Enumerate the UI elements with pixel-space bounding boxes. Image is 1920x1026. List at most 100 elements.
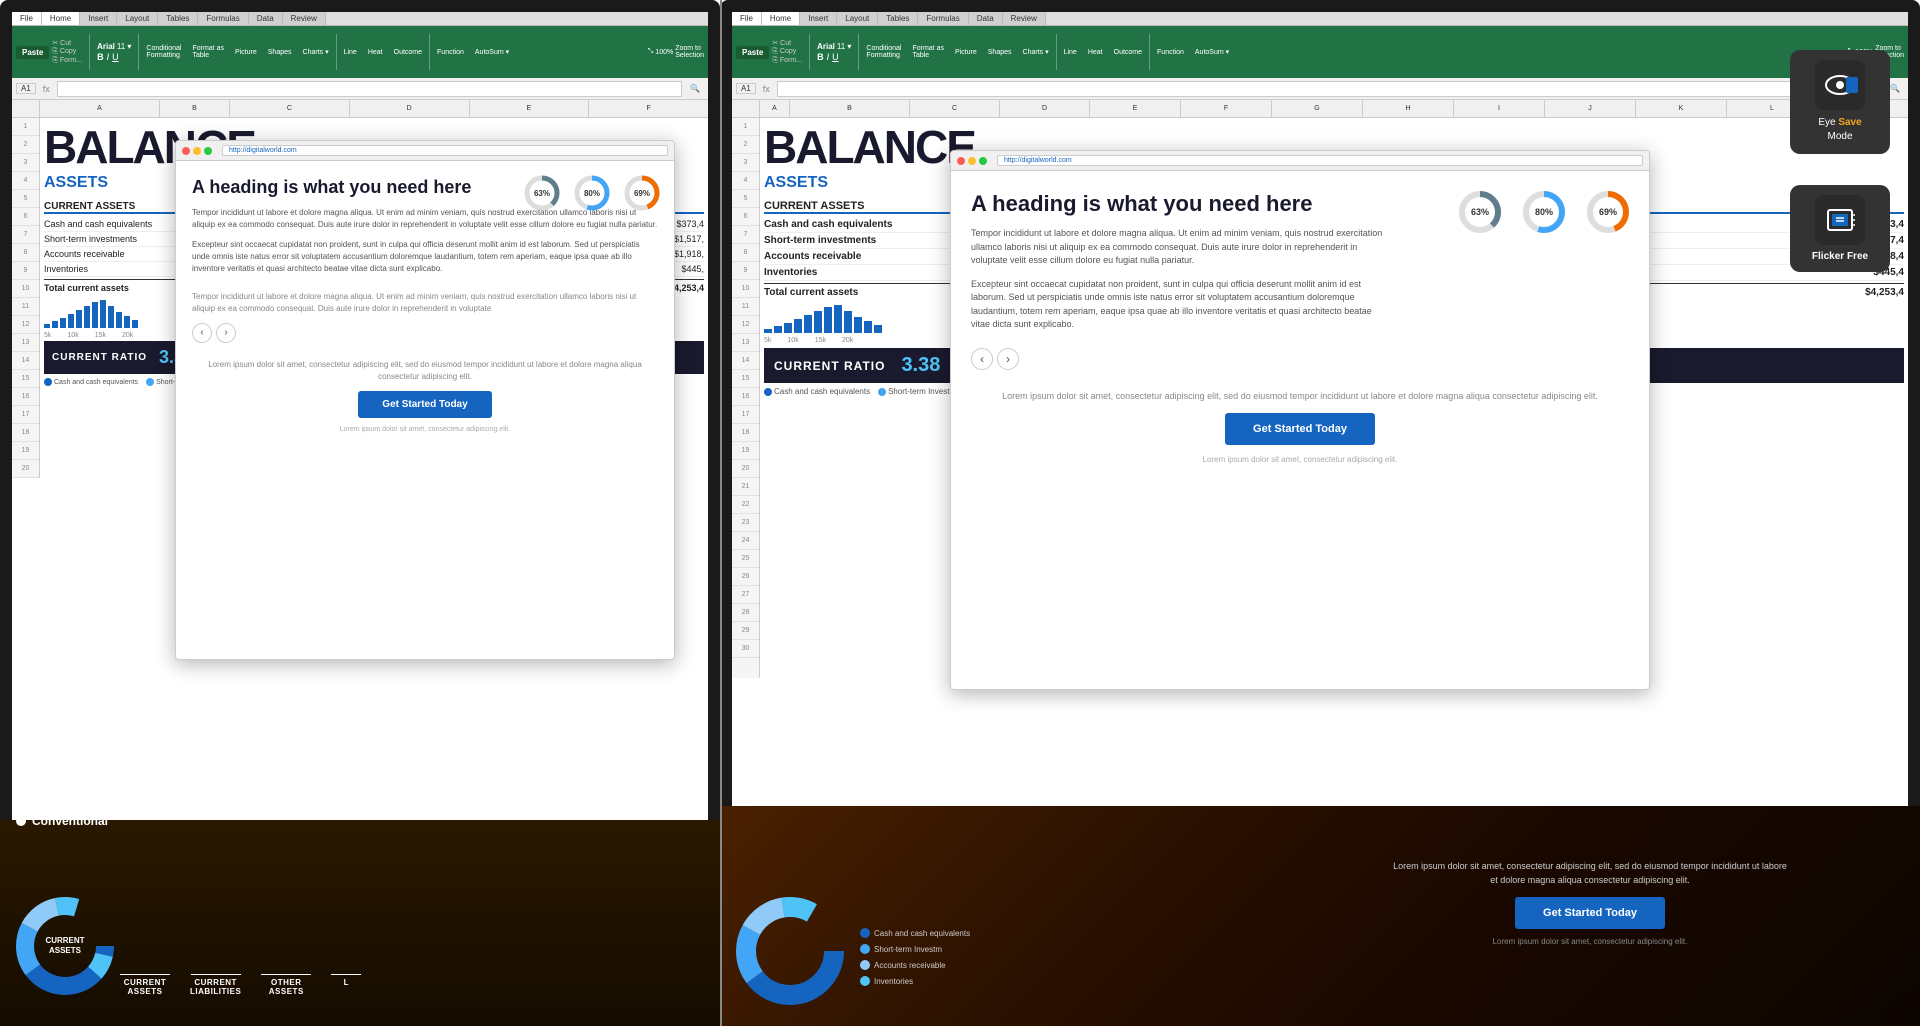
rn-3: 3 — [732, 154, 759, 172]
carousel-prev-right[interactable]: ‹ — [971, 348, 993, 370]
carousel-prev-left[interactable]: ‹ — [192, 323, 212, 343]
italic-btn-right[interactable]: I — [827, 52, 830, 62]
tab-tables[interactable]: Tables — [158, 12, 198, 25]
picture-btn[interactable]: Picture — [235, 49, 257, 56]
formula-input[interactable] — [57, 81, 682, 97]
bold-btn-right[interactable]: B — [817, 52, 824, 62]
format-as-table-btn-right[interactable]: Format asTable — [912, 45, 944, 59]
italic-btn[interactable]: I — [107, 52, 110, 62]
get-started-btn-right[interactable]: Get Started Today — [1225, 413, 1375, 445]
bar-r12 — [874, 325, 882, 333]
tab-review[interactable]: Review — [283, 12, 326, 25]
col-f-right: F — [1181, 100, 1272, 117]
tab-file[interactable]: File — [12, 12, 42, 25]
cut-btn-right[interactable]: ✂ Cut — [772, 39, 802, 47]
charts-btn-right[interactable]: Charts ▾ — [1023, 48, 1049, 56]
tab-formulas-right[interactable]: Formulas — [918, 12, 968, 25]
tab-review-right[interactable]: Review — [1003, 12, 1046, 25]
dark-get-started-btn[interactable]: Get Started Today — [1515, 897, 1665, 929]
url-bar-right[interactable]: http://digitalworld.com — [997, 155, 1643, 166]
function-btn[interactable]: Function — [437, 49, 464, 56]
font-size-right[interactable]: 11 ▾ — [837, 42, 852, 51]
url-bar-left[interactable]: http://digitalworld.com — [222, 145, 668, 156]
shapes-btn-right[interactable]: Shapes — [988, 49, 1012, 56]
bottom-dark-right: Cash and cash equivalents Short-term Inv… — [720, 806, 1920, 1026]
heat-btn-right[interactable]: Heat — [1088, 49, 1103, 56]
save-text: Save — [1836, 117, 1862, 128]
cut-btn[interactable]: ✂ Cut — [52, 39, 82, 47]
browser-text3-left: Tempor incididunt ut labore et dolore ma… — [192, 291, 658, 315]
get-started-btn-left[interactable]: Get Started Today — [358, 391, 491, 418]
conventional-label: Conventional — [16, 814, 108, 828]
line-btn-right[interactable]: Line — [1064, 49, 1077, 56]
expand-icon[interactable]: ⤡ — [648, 48, 654, 56]
row-4-num: 4 — [12, 172, 39, 190]
format-copy-btn-right[interactable]: ⎘ Form... — [772, 57, 802, 65]
minimize-btn-right[interactable] — [968, 157, 976, 165]
tab-formulas[interactable]: Formulas — [198, 12, 248, 25]
tab-tables-right[interactable]: Tables — [878, 12, 918, 25]
maximize-btn-right[interactable] — [979, 157, 987, 165]
tab-layout[interactable]: Layout — [117, 12, 158, 25]
underline-btn-right[interactable]: U — [832, 52, 839, 62]
tab-data-right[interactable]: Data — [969, 12, 1003, 25]
carousel-next-right[interactable]: › — [997, 348, 1019, 370]
current-assets-label-right: CURRENT ASSETS — [764, 200, 864, 212]
tab-home-right[interactable]: Home — [762, 12, 800, 25]
rn-8: 8 — [732, 244, 759, 262]
line-btn[interactable]: Line — [344, 49, 357, 56]
outcome-btn[interactable]: Outcome — [394, 49, 422, 56]
underline-btn[interactable]: U — [112, 52, 119, 62]
charts-btn[interactable]: Charts ▾ — [303, 48, 329, 56]
tab-layout-right[interactable]: Layout — [837, 12, 878, 25]
paste-btn-right[interactable]: Paste — [736, 46, 769, 59]
format-as-table-btn[interactable]: Format asTable — [192, 45, 224, 59]
chart-label-5k: 5k — [44, 332, 51, 339]
shapes-btn[interactable]: Shapes — [268, 49, 292, 56]
bold-btn[interactable]: B — [97, 52, 104, 62]
row-7-num: 7 — [12, 226, 39, 244]
bar-r1 — [764, 329, 772, 333]
carousel-next-left[interactable]: › — [216, 323, 236, 343]
tab-file-right[interactable]: File — [732, 12, 762, 25]
browser-overlay-right: http://digitalworld.com 63% — [950, 150, 1650, 690]
autosum-btn-right[interactable]: AutoSum ▾ — [1195, 48, 1229, 56]
zoom-to-selection-btn[interactable]: Zoom toSelection — [675, 45, 704, 59]
current-ratio-value-right: 3.38 — [901, 354, 940, 377]
outcome-btn-right[interactable]: Outcome — [1114, 49, 1142, 56]
row-8-num: 8 — [12, 244, 39, 262]
font-size[interactable]: 11 ▾ — [117, 42, 132, 51]
tab-data[interactable]: Data — [249, 12, 283, 25]
search-icon[interactable]: 🔍 — [686, 84, 704, 93]
picture-btn-right[interactable]: Picture — [955, 49, 977, 56]
maximize-btn-left[interactable] — [204, 147, 212, 155]
tab-home[interactable]: Home — [42, 12, 80, 25]
browser-controls-left[interactable] — [182, 147, 212, 155]
copy-btn[interactable]: ⎘ Copy — [52, 48, 82, 56]
minimize-btn-left[interactable] — [193, 147, 201, 155]
font-name[interactable]: Arial — [97, 42, 115, 51]
cell-reference-right[interactable]: A1 — [736, 83, 756, 94]
browser-controls-right[interactable] — [957, 157, 987, 165]
conditional-formatting-btn-right[interactable]: ConditionalFormatting — [866, 45, 901, 59]
autosum-btn[interactable]: AutoSum ▾ — [475, 48, 509, 56]
eye-saver-label: EYE SAVER MODE ON - Low blue light — [736, 784, 972, 798]
chart-label-20k: 20k — [122, 332, 133, 339]
heat-btn[interactable]: Heat — [368, 49, 383, 56]
function-btn-right[interactable]: Function — [1157, 49, 1184, 56]
cell-reference[interactable]: A1 — [16, 83, 36, 94]
copy-btn-right[interactable]: ⎘ Copy — [772, 48, 802, 56]
font-name-right[interactable]: Arial — [817, 42, 835, 51]
close-btn-right[interactable] — [957, 157, 965, 165]
close-btn-left[interactable] — [182, 147, 190, 155]
tab-insert-right[interactable]: Insert — [800, 12, 837, 25]
zoom-btn[interactable]: 100% — [655, 49, 673, 56]
conditional-formatting-btn[interactable]: ConditionalFormatting — [146, 45, 181, 59]
format-copy-btn[interactable]: ⎘ Form... — [52, 57, 82, 65]
eye-save-icon — [1822, 67, 1858, 103]
row-10-num: 10 — [12, 280, 39, 298]
paste-btn[interactable]: Paste — [16, 46, 49, 59]
donut-svg-3-left: 69% — [622, 173, 662, 213]
tab-insert[interactable]: Insert — [80, 12, 117, 25]
formula-input-right[interactable] — [777, 81, 1882, 97]
